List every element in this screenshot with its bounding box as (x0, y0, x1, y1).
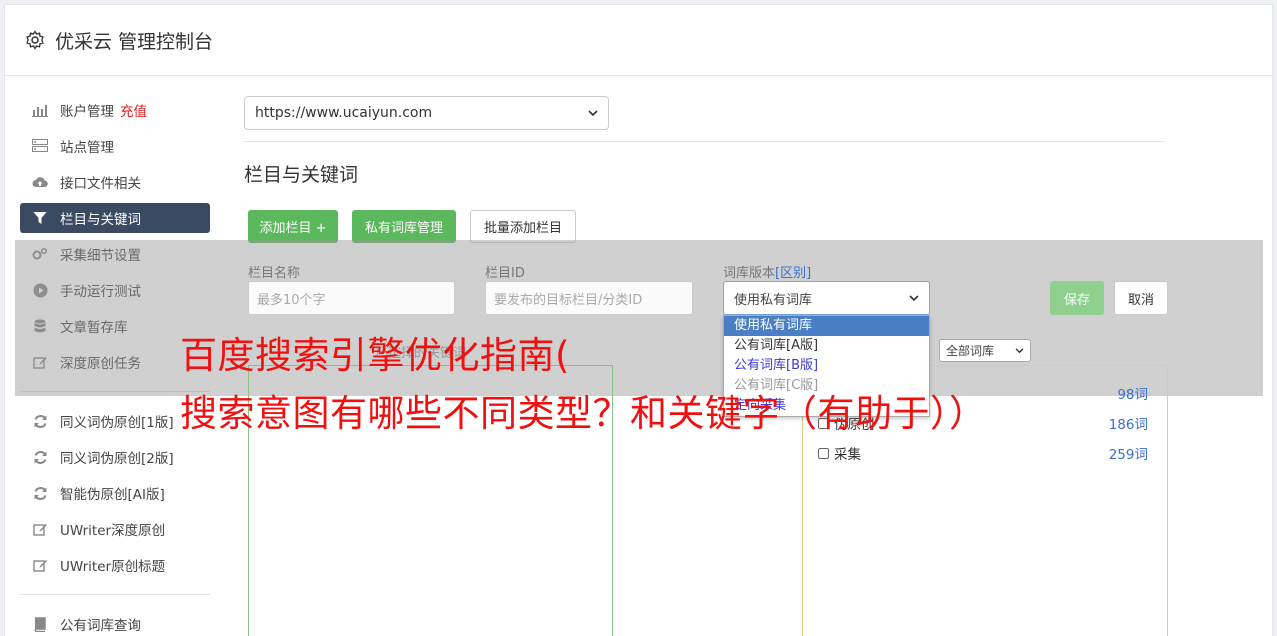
filter-icon (32, 210, 48, 226)
sidebar-item-ai-rewrite[interactable]: 智能伪原创[AI版] (20, 478, 210, 508)
chevron-down-icon (909, 294, 919, 301)
recharge-link[interactable]: 充值 (120, 100, 147, 120)
sidebar-item-public-lib[interactable]: 公有词库查询 (20, 609, 210, 636)
overlay-title-line1: 百度搜索引擎优化指南( (180, 334, 570, 377)
sidebar-divider (20, 594, 210, 595)
column-name-label: 栏目名称 (248, 266, 301, 281)
sidebar-item-label: 同义词伪原创[1版] (60, 415, 174, 431)
all-library-select[interactable]: 全部词库 (939, 339, 1031, 362)
page-title: 优采云 管理控制台 (55, 30, 214, 53)
edit-icon (32, 521, 48, 537)
all-library-value: 全部词库 (946, 344, 995, 358)
sidebar-item-synonym-v2[interactable]: 同义词伪原创[2版] (20, 442, 210, 472)
sidebar-item-uwriter-deep[interactable]: UWriter深度原创 (20, 514, 210, 544)
library-option[interactable]: 使用私有词库 (724, 316, 929, 336)
sidebar-item-columns[interactable]: 栏目与关键词 (20, 203, 210, 233)
sidebar-item-label: 同义词伪原创[2版] (60, 451, 174, 467)
library-row-count: 186词 (1108, 417, 1148, 433)
bar-chart-icon (32, 102, 48, 118)
section-title: 栏目与关键词 (244, 164, 359, 186)
overlay-title-line2: 搜索意图有哪些不同类型？和关键字（有助于）） (180, 392, 987, 435)
library-row-left: 采集 (818, 443, 861, 463)
sidebar-item-label: 接口文件相关 (60, 176, 141, 192)
edit-icon (32, 557, 48, 573)
page-header: 优采云 管理控制台 (5, 5, 1272, 76)
library-option[interactable]: 公有词库[A版] (724, 336, 929, 356)
add-column-button[interactable]: 添加栏目 + (248, 210, 338, 243)
library-version-label: 词库版本[区别] (723, 262, 811, 281)
column-name-input[interactable]: 最多10个字 (248, 281, 455, 315)
sidebar-item-account[interactable]: 账户管理 充值 (20, 95, 210, 125)
refresh-icon (32, 485, 48, 501)
checkbox[interactable] (818, 448, 829, 459)
library-row[interactable]: 采集 259词 (818, 443, 1148, 463)
cloud-upload-icon (32, 174, 48, 190)
sidebar-item-label: 账户管理 (60, 104, 114, 120)
site-select[interactable]: https://www.ucaiyun.com (244, 96, 609, 130)
library-version-text: 词库版本 (723, 266, 776, 281)
sidebar-item-label: UWriter原创标题 (60, 559, 166, 575)
library-row-count: 259词 (1108, 447, 1148, 463)
library-version-value: 使用私有词库 (734, 292, 813, 308)
sidebar-item-sites[interactable]: 站点管理 (20, 131, 210, 161)
sidebar-item-api[interactable]: 接口文件相关 (20, 167, 210, 197)
sidebar-item-label: 智能伪原创[AI版] (60, 487, 165, 503)
sidebar-item-uwriter-title[interactable]: UWriter原创标题 (20, 550, 210, 580)
refresh-icon (32, 413, 48, 429)
library-row-label: 采集 (834, 447, 861, 463)
private-library-button[interactable]: 私有词库管理 (352, 210, 456, 243)
chevron-down-icon (588, 109, 598, 116)
save-button[interactable]: 保存 (1050, 281, 1104, 315)
sidebar-item-label: 公有词库查询 (60, 618, 141, 634)
chevron-down-icon (1015, 347, 1024, 353)
library-option[interactable]: 公有词库[B版] (724, 356, 929, 376)
gear-icon (26, 30, 44, 50)
difference-link[interactable]: [区别] (775, 266, 811, 281)
book-icon (32, 616, 48, 632)
batch-add-button[interactable]: 批量添加栏目 (470, 210, 576, 243)
cancel-button[interactable]: 取消 (1114, 281, 1168, 315)
library-version-select[interactable]: 使用私有词库 (723, 281, 930, 315)
site-select-value: https://www.ucaiyun.com (255, 105, 433, 121)
column-id-label: 栏目ID (485, 266, 525, 281)
refresh-icon (32, 449, 48, 465)
section-divider (244, 141, 1164, 142)
column-id-input[interactable]: 要发布的目标栏目/分类ID (485, 281, 693, 315)
sidebar-item-label: 站点管理 (60, 140, 114, 156)
sidebar-item-label: 栏目与关键词 (60, 212, 141, 228)
library-row-count: 98词 (1117, 387, 1148, 403)
server-icon (32, 138, 48, 154)
sidebar-item-label: UWriter深度原创 (60, 523, 166, 539)
